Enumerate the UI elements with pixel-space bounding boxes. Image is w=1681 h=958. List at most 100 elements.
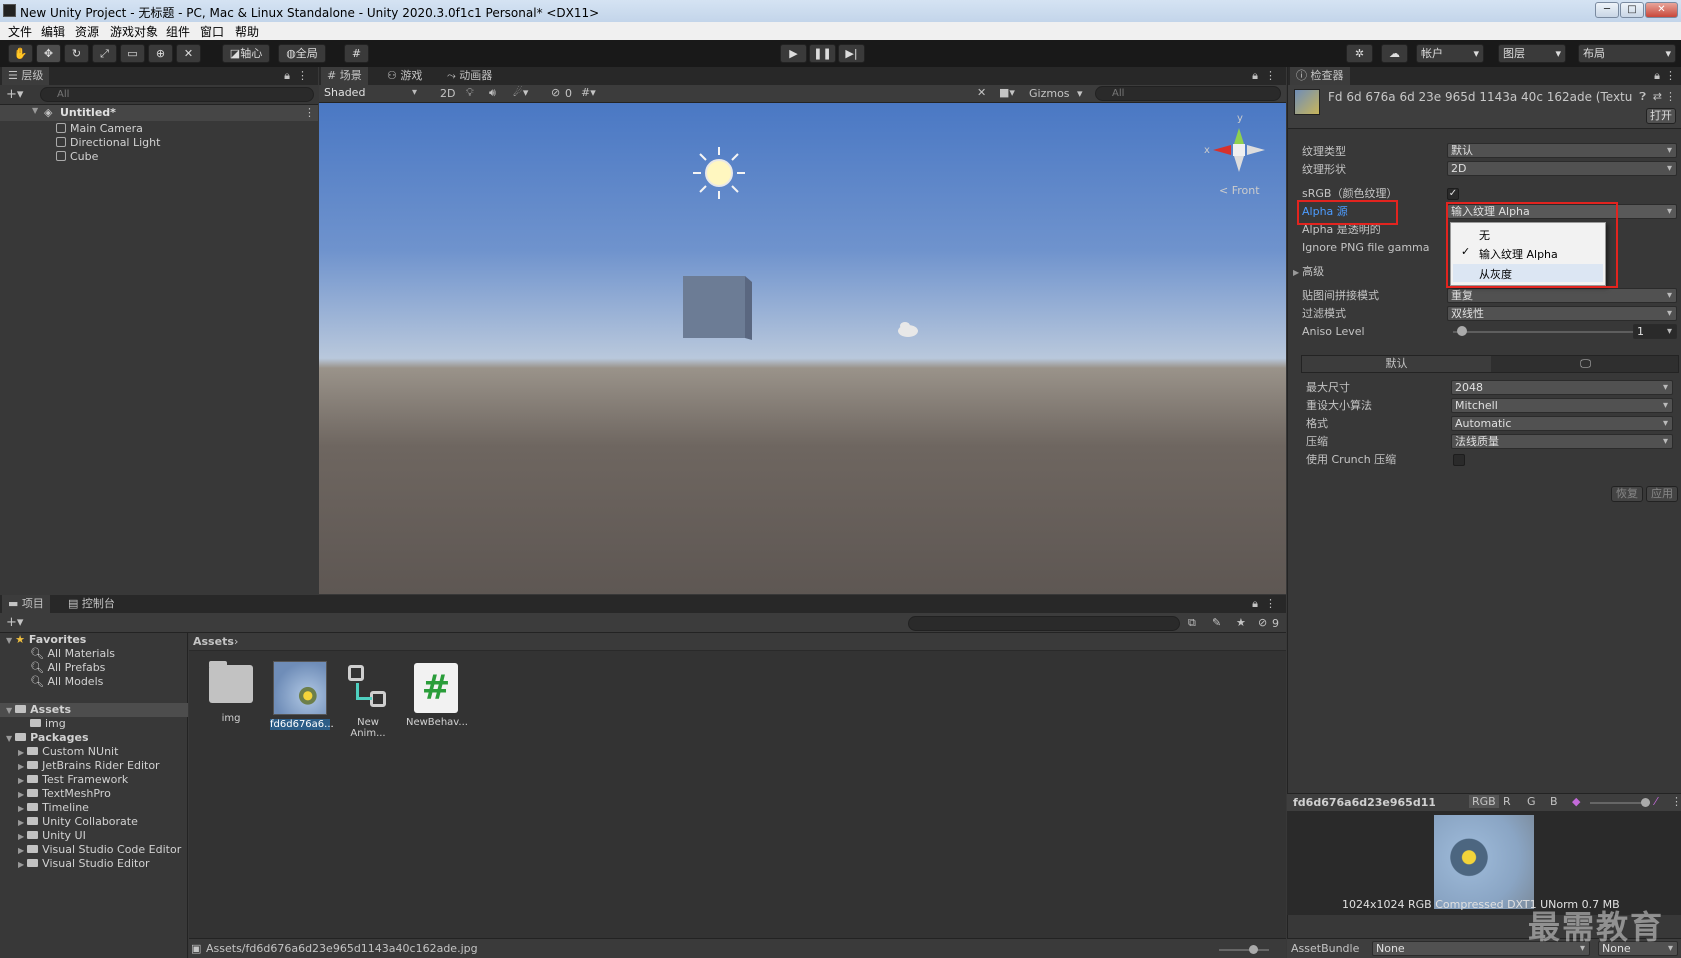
favorite-star-icon[interactable]: ★ [1236,616,1246,629]
compression-dropdown[interactable]: 法线质量 [1451,434,1673,449]
breadcrumb-assets[interactable]: Assets [193,635,234,648]
maximize-button[interactable]: □ [1620,2,1644,18]
more-menu-icon[interactable]: ⋮ [1265,69,1276,82]
lock-icon[interactable]: 🔒︎ [1654,69,1660,83]
package-item[interactable]: ▶ Custom NUnit [18,745,118,759]
lighting-icon[interactable]: 💡︎ [466,86,474,100]
project-search-input[interactable] [908,616,1180,631]
package-item[interactable]: ▶ Visual Studio Editor [18,857,150,871]
layers-dropdown[interactable]: 图层 ▾ [1498,44,1566,63]
tab-animator[interactable]: ⤳ 动画器 [441,67,498,85]
tab-game[interactable]: ⚇ 游戏 [381,67,428,85]
hand-tool-icon[interactable]: ✋ [8,44,33,63]
camera-gizmo-icon[interactable] [898,322,918,337]
menu-window[interactable]: 窗口 [200,23,224,40]
grid-toggle-icon[interactable]: #▾ [581,86,596,99]
texture-shape-dropdown[interactable]: 2D [1447,161,1677,176]
asset-item[interactable]: New Anim... [338,663,398,739]
lock-icon[interactable]: 🔒︎ [284,69,290,83]
alpha-channel-icon[interactable]: ◆ [1572,795,1580,808]
scene-menu-icon[interactable]: ⋮ [304,106,315,119]
add-icon[interactable]: +▾ [6,87,23,102]
favorite-item[interactable]: 🔍︎ All Models [30,675,103,689]
scene-row[interactable]: ▼ ◈ Untitled* ⋮ [0,105,318,121]
more-menu-icon[interactable]: ⋮ [1665,69,1676,82]
scene-viewport[interactable]: y x < Front [319,103,1286,594]
chevron-down-icon[interactable]: ▾ [1077,87,1083,100]
snap-grid-icon[interactable]: # [344,44,369,63]
label-filter-icon[interactable]: ✎ [1212,616,1221,629]
cloud-icon[interactable]: ☁ [1381,44,1408,63]
filter-mode-dropdown[interactable]: 双线性 [1447,306,1677,321]
aniso-slider-track[interactable] [1453,331,1633,333]
more-menu-icon[interactable]: ⋮ [1665,90,1676,103]
expand-arrow-icon[interactable]: ▼ [32,106,38,115]
texture-type-dropdown[interactable]: 默认 [1447,143,1677,158]
tab-console[interactable]: ▤ 控制台 [62,595,121,613]
camera-icon[interactable]: ■▾ [999,86,1015,99]
channel-r-toggle[interactable]: R [1503,795,1511,808]
account-dropdown[interactable]: 帐户 ▾ [1416,44,1484,63]
revert-button[interactable]: 恢复 [1611,486,1643,502]
srgb-checkbox[interactable]: ✓ [1447,188,1459,200]
mip-slider-thumb[interactable] [1641,798,1650,807]
settings-icon[interactable]: ⇄ [1653,90,1662,103]
rect-tool-icon[interactable]: ▭ [120,44,145,63]
menu-assets[interactable]: 资源 [75,23,99,40]
format-dropdown[interactable]: Automatic [1451,416,1673,431]
global-toggle[interactable]: ◍全局 [278,44,326,63]
hidden-objects-icon[interactable]: ⊘ [551,86,560,99]
close-window-button[interactable]: ✕ [1645,2,1678,18]
custom-tool-icon[interactable]: ✕ [176,44,201,63]
add-icon[interactable]: +▾ [6,615,23,630]
more-menu-icon[interactable]: ⋮ [1671,795,1681,808]
channel-rgb-toggle[interactable]: RGB [1469,795,1499,808]
package-item[interactable]: ▶ Test Framework [18,773,128,787]
scene-search-input[interactable]: All [1095,86,1281,101]
help-icon[interactable]: ❓︎ [1639,90,1646,104]
package-item[interactable]: ▶ Unity Collaborate [18,815,138,829]
lock-icon[interactable]: 🔒︎ [1252,69,1258,83]
menu-component[interactable]: 组件 [166,23,190,40]
asset-item[interactable]: img [201,661,261,724]
hierarchy-item[interactable]: Directional Light [56,136,160,150]
more-menu-icon[interactable]: ⋮ [1265,597,1276,610]
collab-icon[interactable]: ✲ [1346,44,1373,63]
open-button[interactable]: 打开 [1646,108,1676,124]
package-item[interactable]: ▶ Visual Studio Code Editor [18,843,181,857]
orientation-gizmo[interactable] [1213,128,1265,172]
pivot-toggle[interactable]: ◪轴心 [222,44,270,63]
package-item[interactable]: ▶ JetBrains Rider Editor [18,759,160,773]
audio-icon[interactable]: 🔊︎ [489,86,496,100]
2d-toggle[interactable]: 2D [440,87,455,100]
menu-file[interactable]: 文件 [8,23,32,40]
package-item[interactable]: ▶ Timeline [18,801,89,815]
search-by-type-icon[interactable]: ⧉ [1188,616,1196,630]
gizmos-dropdown[interactable]: Gizmos [1029,87,1070,100]
hierarchy-search-input[interactable]: All [40,87,314,102]
favorite-item[interactable]: 🔍︎ All Materials [30,647,115,661]
icon-size-slider-thumb[interactable] [1249,945,1258,954]
aniso-slider-thumb[interactable] [1457,326,1467,336]
asset-item[interactable]: fd6d676a6... [270,661,334,730]
menu-help[interactable]: 帮助 [235,23,259,40]
rotate-tool-icon[interactable]: ↻ [64,44,89,63]
aniso-value-field[interactable]: 1 [1633,324,1677,339]
play-button[interactable]: ▶ [780,44,807,63]
channel-b-toggle[interactable]: B [1550,795,1558,808]
tab-platform-default[interactable]: 默认 [1302,356,1491,372]
channel-g-toggle[interactable]: G [1527,795,1536,808]
step-button[interactable]: ▶| [838,44,865,63]
minimize-button[interactable]: ─ [1595,2,1619,18]
monitor-icon[interactable]: 🖵︎ [1491,356,1680,372]
tab-scene[interactable]: # 场景 [321,67,368,85]
apply-button[interactable]: 应用 [1646,486,1678,502]
hidden-packages-icon[interactable]: ⊘ [1258,616,1267,629]
tools-icon[interactable]: ✕ [977,86,986,99]
folder-item[interactable]: img [30,717,66,731]
layout-dropdown[interactable]: 布局 ▾ [1578,44,1676,63]
pause-button[interactable]: ❚❚ [809,44,836,63]
scale-tool-icon[interactable]: ⤢ [92,44,117,63]
effects-icon[interactable]: ☄︎▾ [513,86,528,99]
hierarchy-item[interactable]: Cube [56,150,98,164]
